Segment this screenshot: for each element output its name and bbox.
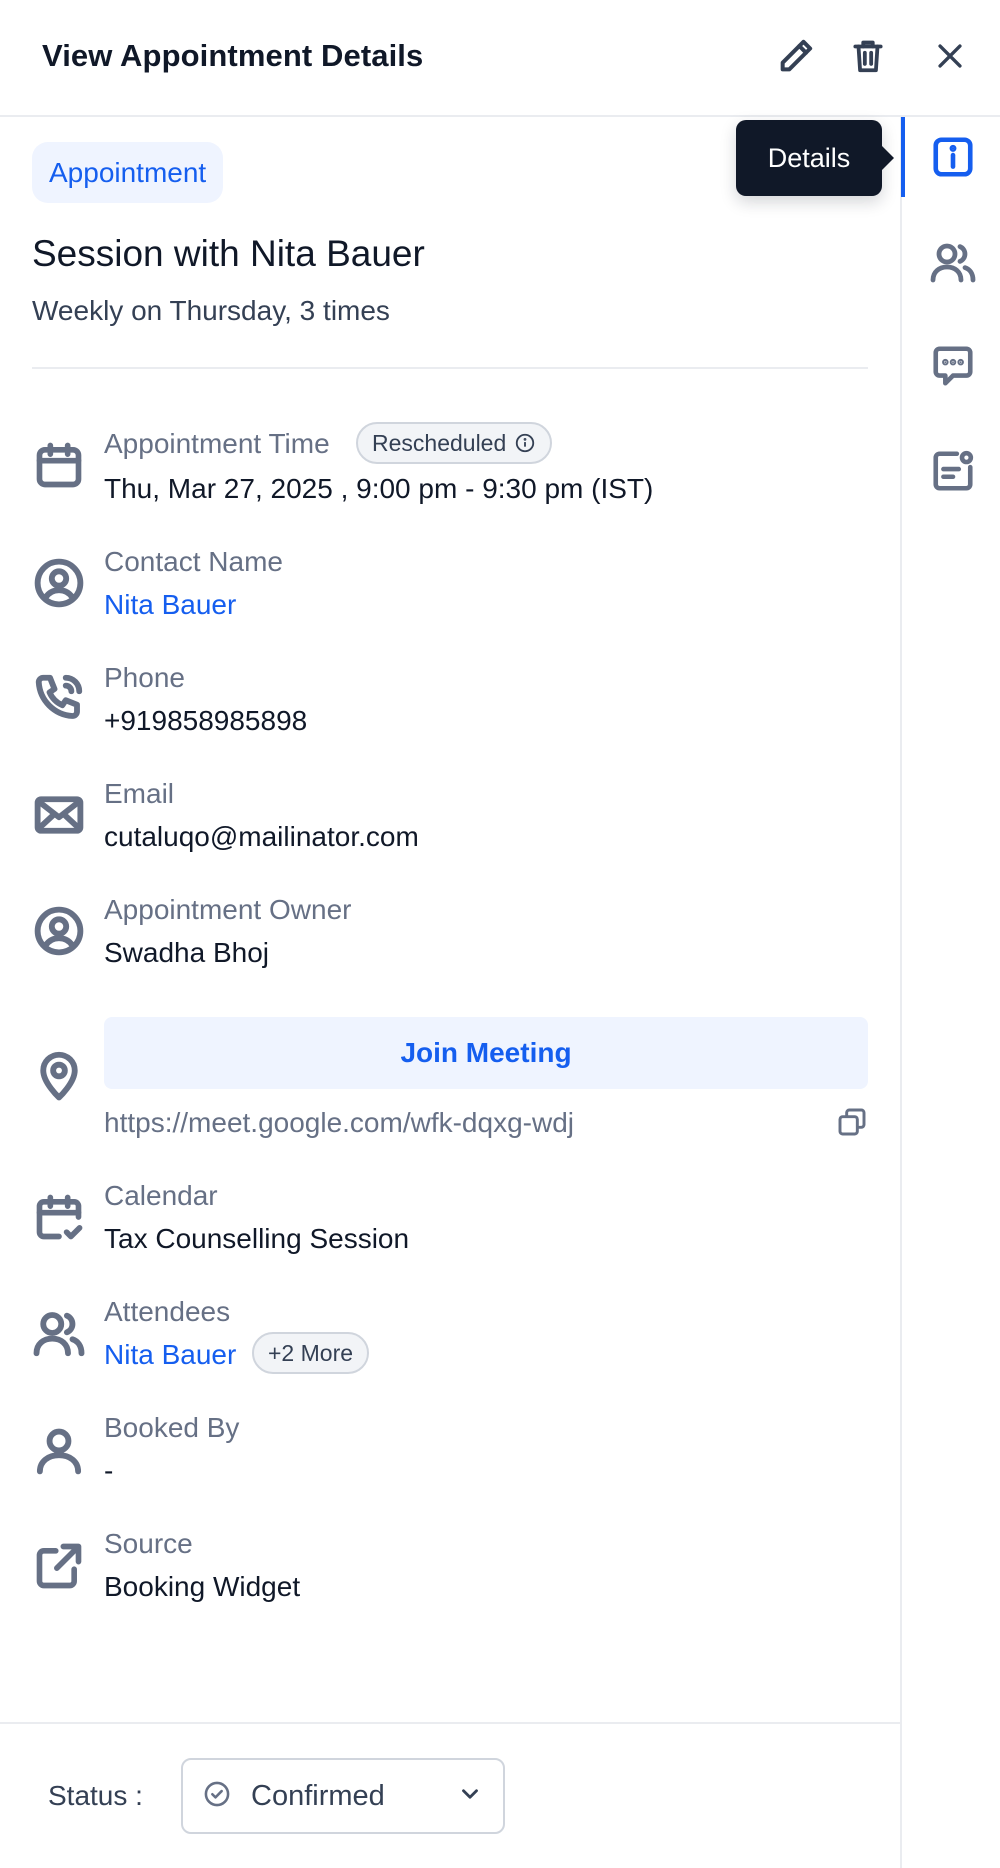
calendar-icon (32, 438, 86, 492)
tab-details[interactable] (928, 132, 978, 182)
footer-divider (0, 1722, 900, 1724)
message-icon (933, 346, 973, 386)
divider (32, 367, 868, 369)
user-icon (32, 1423, 86, 1477)
calendar-label: Calendar (104, 1180, 218, 1211)
source-label: Source (104, 1528, 193, 1559)
attendees-label: Attendees (104, 1296, 231, 1327)
info-circle-icon (516, 433, 535, 453)
appointment-owner-value: Swadha Bhoj (104, 937, 270, 968)
tab-messages[interactable] (928, 341, 978, 391)
attendee-link[interactable]: Nita Bauer (104, 1339, 236, 1371)
email-label: Email (104, 778, 175, 809)
trash-icon[interactable] (846, 34, 890, 78)
join-meeting-button[interactable]: Join Meeting (104, 1017, 868, 1089)
recurrence-text: Weekly on Thursday, 3 times (32, 295, 390, 326)
page-title: View Appointment Details (42, 38, 424, 73)
tab-notes[interactable] (928, 446, 978, 496)
external-link-icon (32, 1539, 86, 1593)
booked-by-label: Booked By (104, 1412, 240, 1443)
appointment-time-value: Thu, Mar 27, 2025 , 9:00 pm - 9:30 pm (I… (104, 473, 654, 504)
status-dropdown[interactable]: Confirmed (181, 1758, 505, 1834)
status-label: Status : (48, 1780, 143, 1811)
status-value: Confirmed (251, 1779, 385, 1812)
rescheduled-badge[interactable]: Rescheduled (356, 422, 553, 464)
rail-active-indicator (901, 117, 905, 197)
edit-icon[interactable] (774, 34, 818, 78)
meeting-url: https://meet.google.com/wfk-dqxg-wdj (104, 1107, 574, 1138)
contact-name-link[interactable]: Nita Bauer (104, 589, 236, 621)
header: View Appointment Details (0, 0, 1000, 117)
check-circle-icon (203, 1780, 231, 1813)
notes-icon (933, 450, 974, 491)
chevron-down-icon (457, 1781, 483, 1812)
calendar-value: Tax Counselling Session (104, 1223, 410, 1254)
phone-label: Phone (104, 662, 185, 693)
phone-value: +919858985898 (104, 705, 308, 736)
phone-icon (32, 671, 86, 725)
side-rail-divider (900, 117, 902, 1868)
close-icon[interactable] (928, 34, 972, 78)
mail-icon (32, 788, 86, 842)
appointment-title: Session with Nita Bauer (32, 233, 425, 274)
tab-attendees[interactable] (928, 237, 978, 287)
booked-by-value: - (104, 1455, 114, 1486)
appointment-type-badge: Appointment (32, 142, 224, 203)
details-tooltip: Details (736, 120, 894, 196)
owner-user-circle-icon (32, 904, 86, 958)
source-value: Booking Widget (104, 1571, 301, 1602)
users-icon (930, 243, 976, 283)
more-attendees-badge[interactable]: +2 More (252, 1332, 370, 1374)
attendees-users-icon (32, 1306, 86, 1360)
copy-icon[interactable] (834, 1104, 870, 1140)
user-circle-icon (32, 556, 86, 610)
calendar-check-icon (32, 1190, 86, 1244)
appointment-time-label: Appointment Time (104, 428, 330, 459)
contact-name-label: Contact Name (104, 546, 283, 577)
email-value: cutaluqo@mailinator.com (104, 821, 419, 852)
info-icon (933, 137, 973, 177)
map-pin-icon (32, 1048, 86, 1102)
appointment-owner-label: Appointment Owner (104, 894, 352, 925)
